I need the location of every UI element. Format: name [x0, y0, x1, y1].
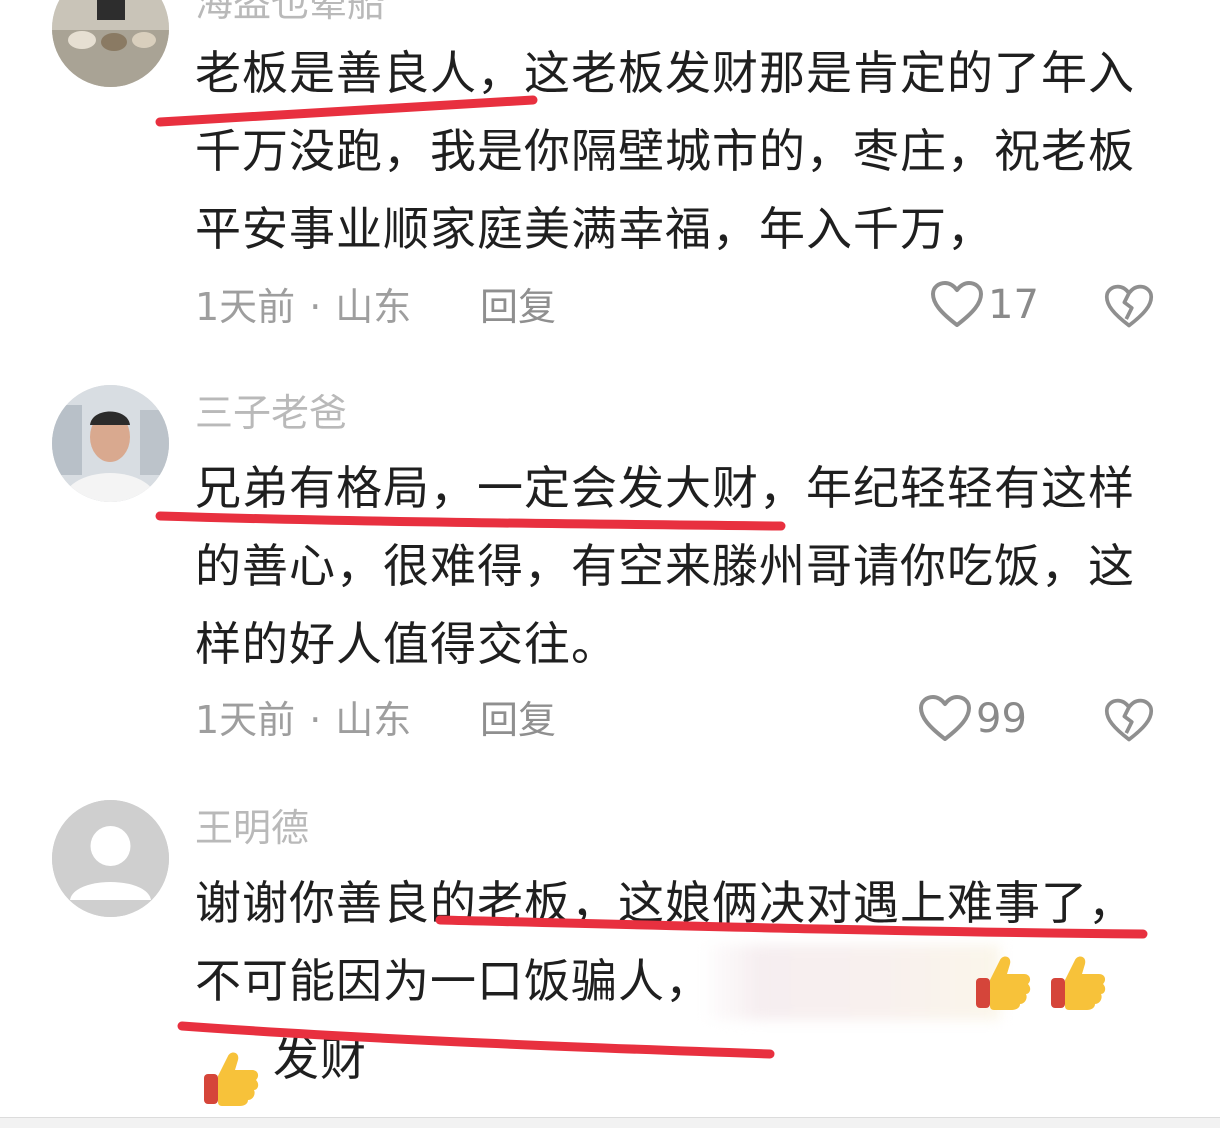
username[interactable]: 三子老爸 — [195, 390, 347, 436]
username[interactable]: 海盗也晕船 — [195, 0, 385, 26]
comment-line: 兄弟有格局，一定会发大财，年纪轻轻有这样 — [195, 461, 1135, 515]
reply-button[interactable]: 回复 — [480, 697, 556, 743]
comment-line: 平安事业顺家庭美满幸福，年入千万， — [195, 202, 994, 256]
blurred-region — [700, 945, 1000, 1020]
default-user-avatar — [52, 800, 169, 917]
like-count: 17 — [988, 282, 1039, 328]
thumbs-up-icon — [204, 1052, 259, 1106]
comment-location: 山东 — [335, 698, 412, 742]
comment-line: 发财 — [273, 1032, 367, 1086]
comment-line: 的善心，很难得，有空来滕州哥请你吃饭，这 — [195, 539, 1135, 593]
man-photo-avatar — [52, 385, 169, 502]
thumbs-up-icon — [1051, 956, 1106, 1010]
comment-meta: 1天前 · 山东 — [195, 698, 412, 742]
reply-button[interactable]: 回复 — [480, 284, 556, 330]
comment-line: 谢谢你善良的老板，这娘俩决对遇上难事了， — [195, 876, 1135, 930]
thumbs-up-icon — [976, 956, 1031, 1010]
comment-location: 山东 — [335, 285, 412, 329]
comment-text: 兄弟有格局，一定会发大财，年纪轻轻有这样 的善心，很难得，有空来滕州哥请你吃饭，… — [195, 449, 1165, 683]
avatar[interactable] — [52, 0, 169, 87]
comment-meta: 1天前 · 山东 — [195, 285, 412, 329]
like-button[interactable]: 99 — [918, 694, 1027, 744]
comment-line: 千万没跑，我是你隔壁城市的，枣庄，祝老板 — [195, 124, 1135, 178]
broken-heart-icon[interactable] — [1104, 282, 1154, 332]
like-button[interactable]: 17 — [930, 280, 1039, 330]
dogs-photo-avatar — [52, 0, 169, 87]
comment-time: 1天前 — [195, 285, 296, 329]
avatar[interactable] — [52, 800, 169, 917]
username[interactable]: 王明德 — [195, 805, 309, 851]
broken-heart-icon[interactable] — [1104, 696, 1154, 746]
heart-icon — [919, 695, 971, 741]
comment-time: 1天前 — [195, 698, 296, 742]
bottom-divider — [0, 1117, 1220, 1128]
avatar[interactable] — [52, 385, 169, 502]
comment-line: 样的好人值得交往。 — [195, 617, 618, 671]
comment-text: 老板是善良人，这老板发财那是肯定的了年入 千万没跑，我是你隔壁城市的，枣庄，祝老… — [195, 34, 1165, 268]
comment-line: 老板是善良人，这老板发财那是肯定的了年入 — [195, 46, 1135, 100]
heart-icon — [931, 281, 983, 327]
like-count: 99 — [976, 696, 1027, 742]
